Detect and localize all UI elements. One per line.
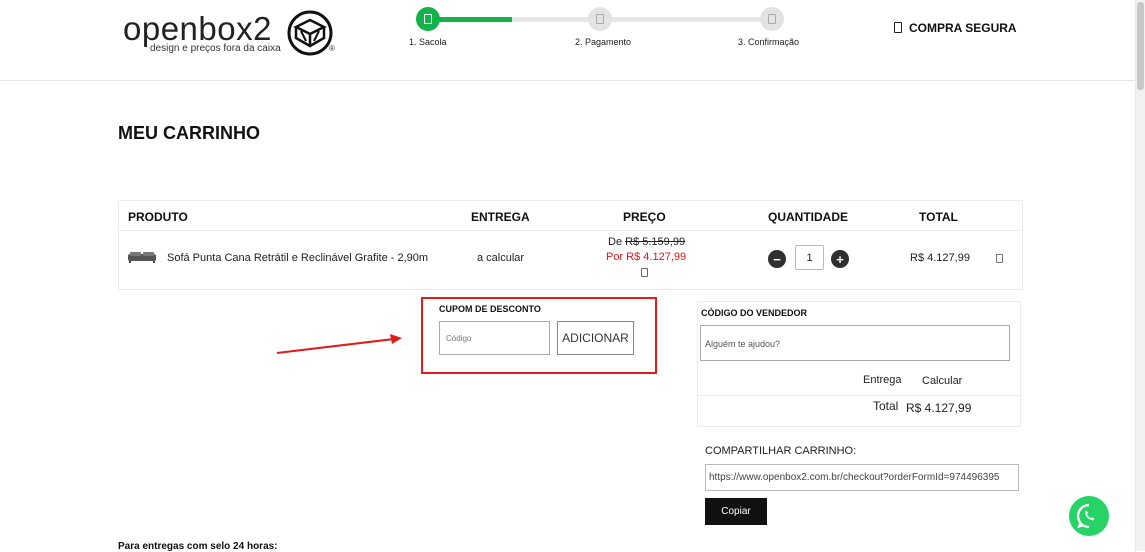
column-header-total: TOTAL [919, 210, 958, 224]
header-divider [118, 230, 1021, 231]
secure-purchase-label: COMPRA SEGURA [909, 21, 1017, 35]
item-total: R$ 4.127,99 [910, 252, 970, 264]
step-2-label: 2. Pagamento [575, 37, 632, 47]
shipping-calculate-link[interactable]: Calcular [922, 375, 962, 387]
progress-fill [428, 17, 512, 22]
lock-icon [894, 22, 902, 33]
quantity-decrease-button[interactable]: − [768, 250, 786, 268]
coupon-code-input[interactable]: Código [439, 321, 550, 355]
secure-purchase-badge: COMPRA SEGURA [894, 21, 1017, 35]
share-cart-title: COMPARTILHAR CARRINHO: [705, 445, 857, 457]
column-header-product: PRODUTO [128, 210, 188, 224]
remove-item-icon[interactable] [996, 254, 1003, 263]
share-cart-url-input[interactable]: https://www.openbox2.com.br/checkout?ord… [705, 464, 1019, 491]
registered-mark: ® [329, 44, 335, 53]
summary-divider [697, 395, 1021, 396]
step-1-label: 1. Sacola [409, 37, 447, 47]
cart-table [118, 200, 1023, 290]
total-value: R$ 4.127,99 [906, 401, 972, 415]
whatsapp-button[interactable] [1069, 496, 1109, 536]
total-label: Total [873, 399, 899, 413]
quantity-increase-button[interactable]: + [831, 250, 849, 268]
check-icon [768, 14, 776, 24]
page-title: MEU CARRINHO [118, 123, 260, 143]
order-summary [697, 301, 1021, 427]
red-arrow-annotation [276, 334, 402, 354]
quantity-input[interactable]: 1 [795, 245, 824, 270]
seller-code-input[interactable]: Alguém te ajudou? [700, 325, 1010, 361]
scrollbar-thumb[interactable] [1137, 2, 1144, 90]
whatsapp-icon [1076, 503, 1095, 529]
column-header-quantity: QUANTIDADE [768, 210, 848, 224]
delivery-value: a calcular [477, 252, 525, 264]
card-icon [596, 14, 604, 24]
logo-tagline: design e preços fora da caixa [150, 43, 281, 54]
column-header-price: PREÇO [623, 210, 666, 224]
copy-button[interactable]: Copiar [705, 498, 767, 525]
step-2-dot [588, 7, 612, 31]
add-coupon-button[interactable]: ADICIONAR [557, 321, 634, 355]
shipping-label: Entrega [863, 374, 902, 386]
product-thumbnail[interactable] [127, 250, 157, 264]
seller-code-title: CÓDIGO DO VENDEDOR [701, 308, 808, 318]
price-discounted: Por R$ 4.127,99 [606, 251, 687, 263]
price-info-icon [641, 268, 648, 277]
price-original: De R$ 5.159,99 [608, 236, 685, 248]
delivery-note-heading: Para entregas com selo 24 horas: [118, 541, 278, 552]
price-original-value: R$ 5.159,99 [625, 236, 686, 248]
step-1-dot [416, 7, 440, 31]
price-original-prefix: De [608, 236, 623, 248]
bag-icon [424, 14, 432, 24]
column-header-delivery: ENTREGA [471, 210, 530, 224]
logo-box-icon[interactable] [287, 10, 333, 56]
step-3-label: 3. Confirmação [738, 37, 800, 47]
product-name-link[interactable]: Sofá Punta Cana Retrátil e Reclinável Gr… [167, 252, 428, 264]
step-3-dot [760, 7, 784, 31]
coupon-title: CUPOM DE DESCONTO [439, 304, 541, 314]
